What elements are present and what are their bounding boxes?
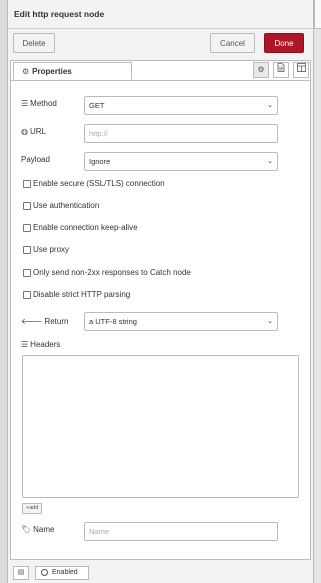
url-label: ◍ URL — [21, 127, 46, 136]
tray-title: Edit http request node — [8, 0, 313, 29]
strict-checkbox[interactable] — [23, 290, 31, 299]
chevron-down-icon: ⌄ — [267, 158, 273, 165]
tab-properties[interactable]: ⚙ Properties — [13, 62, 132, 80]
non2xx-checkbox-label: Only send non-2xx responses to Catch nod… — [33, 268, 191, 277]
return-value: a UTF-8 string — [89, 317, 137, 326]
proxy-checkbox-label: Use proxy — [33, 245, 70, 254]
keepalive-checkbox-row[interactable]: Enable connection keep-alive — [23, 223, 138, 232]
list-icon: ☰ — [21, 340, 29, 349]
adjacent-panel-edge — [314, 0, 321, 29]
payload-value: Ignore — [89, 157, 111, 166]
add-header-label: add — [29, 505, 39, 511]
proxy-checkbox[interactable] — [23, 245, 31, 254]
keepalive-checkbox-label: Enable connection keep-alive — [33, 223, 138, 232]
globe-icon: ◍ — [21, 127, 28, 136]
arrow-left-icon: 🡐 — [21, 317, 43, 326]
return-label: 🡐 Return — [21, 317, 69, 326]
gear-icon: ⚙ — [22, 67, 30, 76]
strict-checkbox-label: Disable strict HTTP parsing — [33, 290, 131, 299]
keepalive-checkbox[interactable] — [23, 223, 31, 232]
method-value: GET — [89, 101, 105, 110]
circle-icon — [41, 568, 48, 576]
method-label: ☰ Method — [21, 99, 57, 108]
cancel-button[interactable]: Cancel — [210, 33, 255, 53]
url-input[interactable]: http:// — [84, 124, 278, 143]
non2xx-checkbox-row[interactable]: Only send non-2xx responses to Catch nod… — [23, 268, 191, 277]
done-button[interactable]: Done — [264, 33, 304, 53]
strict-checkbox-row[interactable]: Disable strict HTTP parsing — [23, 290, 130, 299]
list-icon: ☰ — [21, 99, 29, 108]
tag-icon: 🏷 — [21, 525, 32, 534]
payload-label: Payload — [21, 155, 50, 164]
non2xx-checkbox[interactable] — [23, 268, 31, 277]
edit-tray: Edit http request node Delete Cancel Don… — [7, 0, 314, 583]
delete-button[interactable]: Delete — [13, 33, 55, 53]
tab-properties-label: Properties — [32, 67, 72, 76]
properties-panel: ⚙ Properties ⚙ ☰ Method GET ⌄ ◍ URL http://… — [10, 60, 311, 560]
return-select[interactable]: a UTF-8 string ⌄ — [84, 312, 278, 331]
enabled-label: Enabled — [52, 569, 78, 576]
auth-checkbox[interactable] — [23, 201, 31, 210]
name-input[interactable]: Name — [84, 522, 278, 541]
layout-icon[interactable] — [293, 62, 309, 78]
gear-icon[interactable]: ⚙ — [253, 62, 269, 78]
tray-footer: ▤ Enabled — [8, 563, 313, 583]
headers-list[interactable] — [22, 355, 299, 498]
chevron-down-icon: ⌄ — [267, 318, 273, 325]
add-header-button[interactable]: +add — [22, 503, 43, 514]
enabled-toggle[interactable]: Enabled — [35, 566, 89, 580]
auth-checkbox-row[interactable]: Use authentication — [23, 201, 99, 210]
book-icon[interactable]: ▤ — [13, 566, 29, 580]
auth-checkbox-label: Use authentication — [33, 201, 100, 210]
chevron-down-icon: ⌄ — [267, 102, 273, 109]
payload-select[interactable]: Ignore ⌄ — [84, 152, 278, 171]
tls-checkbox[interactable] — [23, 179, 31, 188]
tls-checkbox-label: Enable secure (SSL/TLS) connection — [33, 179, 165, 188]
tray-toolbar: Delete Cancel Done — [8, 29, 313, 57]
workspace-background-left — [0, 0, 7, 583]
name-label: 🏷 Name — [21, 525, 55, 534]
headers-label: ☰ Headers — [21, 340, 61, 349]
tls-checkbox-row[interactable]: Enable secure (SSL/TLS) connection — [23, 179, 165, 188]
file-icon[interactable] — [273, 62, 289, 78]
proxy-checkbox-row[interactable]: Use proxy — [23, 245, 69, 254]
method-select[interactable]: GET ⌄ — [84, 96, 278, 115]
